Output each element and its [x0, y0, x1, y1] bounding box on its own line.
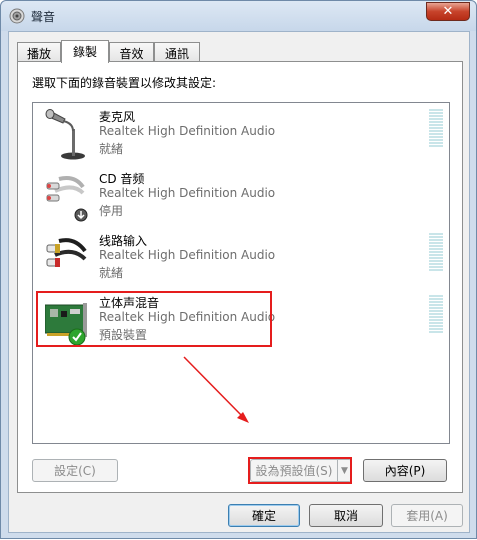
annotation-highlight-box — [36, 291, 272, 347]
device-list[interactable]: 麦克风 Realtek High Definition Audio 就緒 CD … — [32, 102, 450, 444]
level-meter — [429, 109, 443, 149]
device-description: Realtek High Definition Audio — [99, 124, 276, 138]
cancel-button[interactable]: 取消 — [309, 504, 383, 527]
annotation-highlight-box — [248, 457, 352, 484]
device-status: 就緒 — [99, 266, 124, 280]
device-name: 线路输入 — [99, 234, 148, 248]
tab-sounds[interactable]: 音效 — [109, 42, 154, 62]
rca-cable-icon — [46, 238, 87, 267]
level-meter — [429, 295, 443, 335]
list-item[interactable]: 线路输入 Realtek High Definition Audio 就緒 — [37, 229, 445, 289]
recording-panel: 選取下面的錄音裝置以修改其設定: 麦克风 Realtek High Defini… — [17, 61, 463, 493]
window-title: 聲音 — [31, 10, 56, 24]
level-meter — [429, 233, 443, 273]
microphone-icon — [45, 109, 85, 160]
rca-cable-icon — [46, 176, 88, 222]
configure-button[interactable]: 設定(C) — [32, 459, 118, 482]
properties-button[interactable]: 內容(P) — [363, 459, 447, 482]
device-name: 麦克风 — [99, 110, 136, 124]
device-description: Realtek High Definition Audio — [99, 248, 276, 262]
ok-button[interactable]: 確定 — [228, 504, 300, 527]
apply-button[interactable]: 套用(A) — [391, 504, 463, 527]
list-item[interactable]: 麦克风 Realtek High Definition Audio 就緒 — [37, 105, 445, 165]
list-item[interactable]: CD 音频 Realtek High Definition Audio 停用 — [37, 167, 445, 227]
device-status: 停用 — [99, 204, 124, 218]
title-bar[interactable]: 聲音 ✕ — [1, 1, 476, 31]
instruction-text: 選取下面的錄音裝置以修改其設定: — [32, 76, 217, 90]
tab-playback[interactable]: 播放 — [17, 42, 61, 62]
device-name: CD 音频 — [99, 172, 145, 186]
device-description: Realtek High Definition Audio — [99, 186, 276, 200]
device-status: 就緒 — [99, 142, 124, 156]
sound-dialog: 聲音 ✕ 播放 錄製 音效 通訊 選取下面的錄音裝置以修改其設定: 麦克风 Re… — [0, 0, 477, 539]
close-icon: ✕ — [442, 4, 454, 19]
speaker-icon — [9, 8, 25, 24]
tab-communications[interactable]: 通訊 — [154, 42, 200, 62]
close-button[interactable]: ✕ — [426, 2, 470, 21]
dialog-client: 播放 錄製 音效 通訊 選取下面的錄音裝置以修改其設定: 麦克风 Realtek… — [8, 31, 470, 533]
tab-recording[interactable]: 錄製 — [61, 40, 109, 63]
